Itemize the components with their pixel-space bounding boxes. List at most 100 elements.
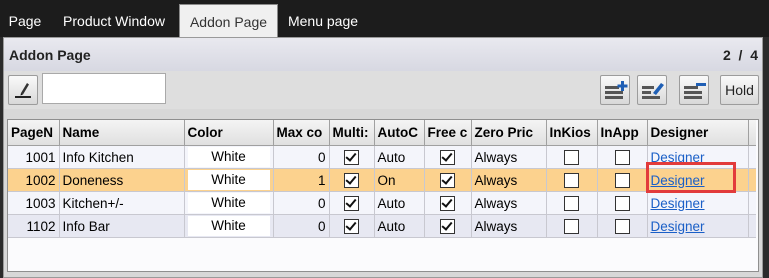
multi-checkbox[interactable] [344, 218, 359, 234]
col-header-max[interactable]: Max co [273, 120, 330, 146]
free-cell [424, 145, 472, 169]
designer-link[interactable]: Designer [651, 219, 705, 234]
multi-cell [329, 168, 375, 192]
hold-button[interactable]: Hold [720, 75, 759, 105]
edit-row-button[interactable] [637, 75, 667, 105]
tab-product-window[interactable]: Product Window [52, 4, 176, 37]
page-number-cell: 1102 [8, 214, 60, 238]
color-cell[interactable]: White [184, 168, 274, 192]
addon-page-panel: Addon Page 2 / 4 Hold PageN Name Color M… [3, 37, 763, 278]
auto-cell: Auto [374, 145, 425, 169]
tab-bar: Page Product Window Addon Page Menu page [0, 0, 769, 37]
inapp-cell [597, 214, 648, 238]
list-add-icon [605, 81, 628, 99]
free-checkbox[interactable] [440, 195, 455, 211]
inapp-checkbox[interactable] [614, 218, 630, 234]
col-header-inapp[interactable]: InApp [597, 120, 648, 146]
inkiosk-checkbox[interactable] [564, 149, 579, 165]
filler-cell [748, 191, 756, 215]
toolbar: Hold [4, 71, 762, 109]
multi-cell [329, 145, 375, 169]
tab-page[interactable]: Page [2, 4, 48, 37]
page-number-cell: 1001 [8, 145, 60, 169]
page-number-cell: 1002 [8, 168, 60, 192]
col-header-color[interactable]: Color [184, 120, 274, 146]
filler-cell [748, 214, 756, 238]
table-row[interactable]: 1102 Info Bar White 0 Auto Always Designer [8, 214, 756, 238]
remove-row-button[interactable] [679, 75, 709, 105]
designer-link[interactable]: Designer [651, 196, 705, 211]
panel-header: Addon Page 2 / 4 [4, 38, 762, 72]
inkiosk-cell [546, 191, 598, 215]
col-header-multi[interactable]: Multi: [329, 120, 375, 146]
name-cell: Info Kitchen [59, 145, 185, 169]
page-number-cell: 1003 [8, 191, 60, 215]
table-row[interactable]: 1003 Kitchen+/- White 0 Auto Always Designer [8, 191, 756, 215]
filler-cell [748, 168, 756, 192]
color-value: White [187, 193, 270, 213]
inkiosk-cell [546, 168, 598, 192]
free-checkbox[interactable] [440, 218, 455, 234]
inapp-checkbox[interactable] [614, 172, 630, 188]
multi-cell [329, 191, 375, 215]
col-header-free[interactable]: Free c [424, 120, 472, 146]
inkiosk-cell [546, 214, 598, 238]
zero-price-cell: Always [471, 214, 547, 238]
inkiosk-checkbox[interactable] [564, 218, 579, 234]
free-cell [424, 168, 472, 192]
page-separator: / [738, 47, 743, 63]
name-cell: Info Bar [59, 214, 185, 238]
max-count-cell: 0 [273, 214, 330, 238]
inapp-cell [597, 191, 648, 215]
add-row-button[interactable] [600, 75, 630, 105]
auto-cell: Auto [374, 191, 425, 215]
inkiosk-checkbox[interactable] [564, 195, 579, 211]
table-row[interactable]: 1002 Doneness White 1 On Always Designer [8, 168, 756, 192]
col-header-inkiosk[interactable]: InKios [546, 120, 598, 146]
page-current: 2 [722, 47, 731, 63]
color-value: White [187, 216, 270, 236]
list-edit-icon [642, 83, 664, 99]
table-row[interactable]: 1001 Info Kitchen White 0 Auto Always Designer [8, 145, 756, 169]
inkiosk-cell [546, 145, 598, 169]
multi-checkbox[interactable] [344, 172, 359, 188]
color-value: White [187, 147, 270, 167]
inkiosk-checkbox[interactable] [564, 172, 579, 188]
page-title: Addon Page [9, 47, 91, 63]
color-cell[interactable]: White [184, 145, 274, 169]
color-cell[interactable]: White [184, 191, 274, 215]
page-indicator: 2 / 4 [723, 47, 758, 63]
inapp-checkbox[interactable] [614, 149, 630, 165]
designer-cell: Designer [647, 214, 749, 238]
zero-price-cell: Always [471, 191, 547, 215]
col-header-name[interactable]: Name [59, 120, 185, 146]
col-header-designer[interactable]: Designer [647, 120, 749, 146]
color-cell[interactable]: White [184, 214, 274, 238]
max-count-cell: 0 [273, 191, 330, 215]
multi-checkbox[interactable] [344, 149, 359, 165]
multi-cell [329, 214, 375, 238]
list-remove-icon [684, 83, 706, 99]
tab-menu-page[interactable]: Menu page [281, 4, 365, 37]
zero-price-cell: Always [471, 145, 547, 169]
max-count-cell: 1 [273, 168, 330, 192]
designer-cell: Designer [647, 191, 749, 215]
table-header-row: PageN Name Color Max co Multi: AutoC Fre… [8, 120, 756, 146]
addon-grid: PageN Name Color Max co Multi: AutoC Fre… [7, 119, 759, 272]
col-header-auto[interactable]: AutoC [374, 120, 425, 146]
tab-addon-page[interactable]: Addon Page [179, 4, 278, 37]
free-checkbox[interactable] [440, 172, 455, 188]
free-cell [424, 214, 472, 238]
search-input[interactable] [42, 73, 166, 104]
name-cell: Kitchen+/- [59, 191, 185, 215]
inapp-cell [597, 168, 648, 192]
free-checkbox[interactable] [440, 149, 455, 165]
inapp-checkbox[interactable] [614, 195, 630, 211]
name-cell: Doneness [59, 168, 185, 192]
col-header-zero-price[interactable]: Zero Pric [471, 120, 547, 146]
col-header-filler [748, 120, 756, 146]
auto-cell: Auto [374, 214, 425, 238]
edit-pencil-button[interactable] [8, 75, 38, 105]
multi-checkbox[interactable] [344, 195, 359, 211]
col-header-page[interactable]: PageN [8, 120, 60, 146]
